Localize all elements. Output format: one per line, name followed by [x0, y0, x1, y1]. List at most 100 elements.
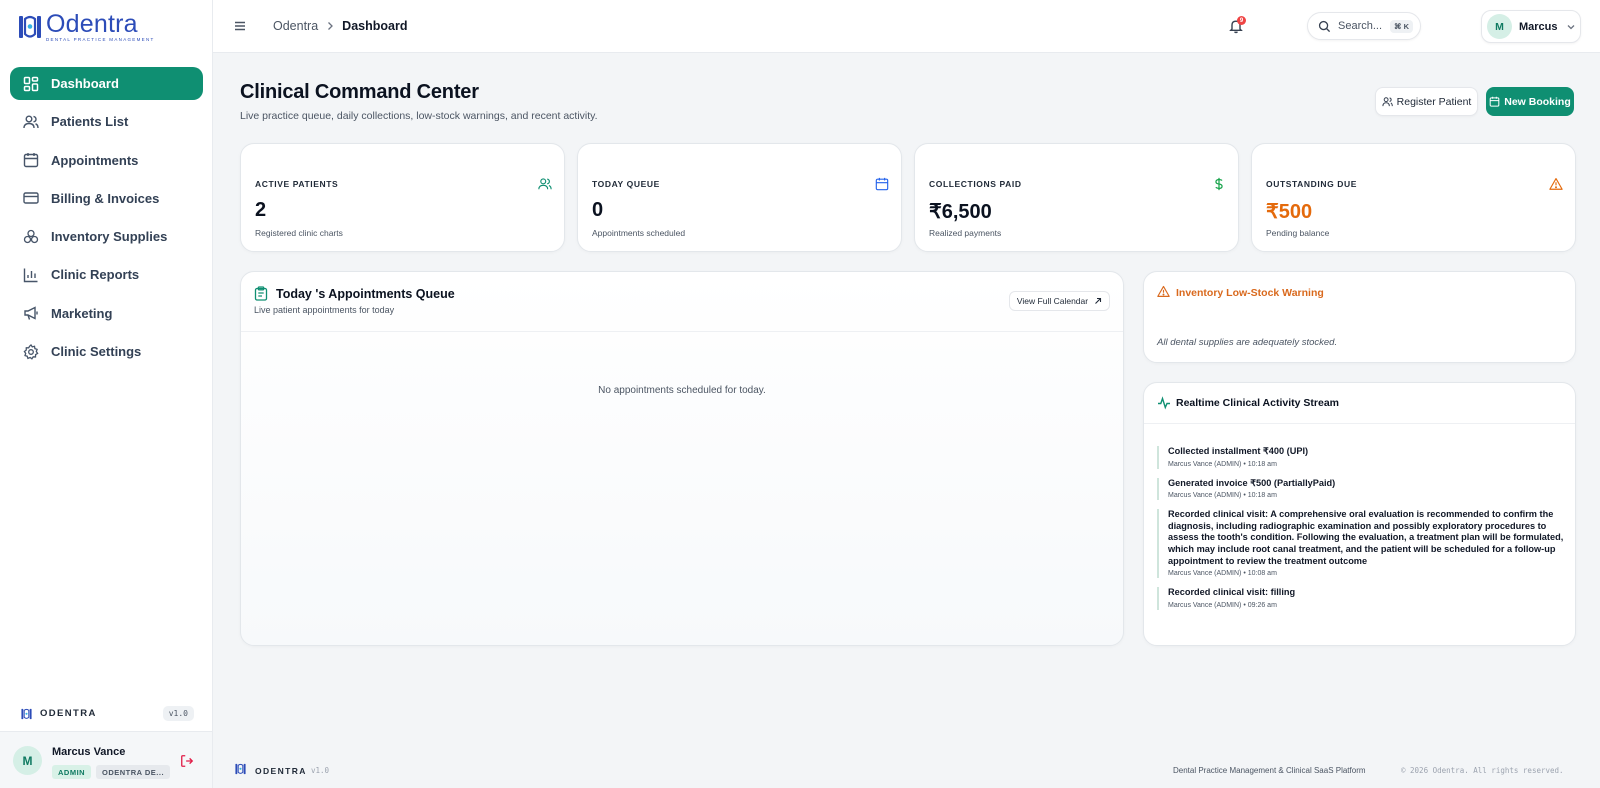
logout-icon[interactable]: [180, 754, 194, 768]
sidebar-item-reports[interactable]: Clinic Reports: [10, 258, 203, 291]
stat-label: OUTSTANDING DUE: [1266, 179, 1358, 189]
chevron-right-icon: [328, 22, 334, 30]
search-button[interactable]: Search... ⌘ K: [1307, 12, 1421, 40]
stat-hint: Realized payments: [929, 228, 1002, 238]
user-name: Marcus Vance: [52, 746, 126, 758]
stat-value: ₹500: [1266, 201, 1313, 223]
activity-item: Collected installment ₹400 (UPI) Marcus …: [1157, 446, 1565, 469]
sidebar-item-billing[interactable]: Billing & Invoices: [10, 182, 203, 215]
stat-value: 0: [592, 199, 604, 221]
sidebar-item-patients[interactable]: Patients List: [10, 105, 203, 138]
warning-icon: [1549, 178, 1563, 190]
megaphone-icon: [24, 306, 38, 321]
activity-stream-panel: Realtime Clinical Activity Stream Collec…: [1143, 382, 1576, 646]
appointments-queue-panel: Today 's Appointments Queue Live patient…: [240, 271, 1124, 646]
odentra-logo-icon: [21, 708, 32, 719]
sidebar-item-label: Clinic Settings: [51, 344, 142, 360]
dashboard-icon: [23, 76, 39, 91]
breadcrumb-current: Dashboard: [342, 19, 408, 33]
avatar[interactable]: M: [13, 746, 42, 775]
sidebar-item-label: Billing & Invoices: [51, 190, 160, 206]
queue-header: Today 's Appointments Queue Live patient…: [241, 272, 1123, 332]
sidebar-item-label: Patients List: [51, 114, 129, 130]
footer-version: v1.0: [311, 766, 330, 775]
sidebar-item-label: Dashboard: [51, 76, 119, 91]
sidebar-item-marketing[interactable]: Marketing: [10, 297, 203, 330]
chevron-down-icon: [1567, 24, 1574, 29]
footer-copyright: © 2026 Odentra. All rights reserved.: [1401, 766, 1564, 775]
external-arrow-icon: [1095, 297, 1102, 304]
sidebar-brand: ODENTRA v1.0: [21, 706, 194, 721]
menu-icon[interactable]: [233, 19, 247, 33]
sidebar-brand-name: ODENTRA: [40, 708, 97, 719]
users-icon: [23, 115, 39, 128]
user-menu-button[interactable]: M Marcus: [1481, 10, 1581, 43]
page-footer: ODENTRA v1.0 Dental Practice Management …: [213, 757, 1600, 788]
users-icon: [538, 178, 552, 190]
brand-tagline: DENTAL PRACTICE MANAGEMENT: [46, 37, 155, 42]
calendar-icon: [875, 177, 889, 191]
stat-card-active-patients[interactable]: ACTIVE PATIENTS 2 Registered clinic char…: [240, 143, 565, 252]
sidebar-item-label: Inventory Supplies: [51, 229, 168, 245]
sidebar-item-dashboard[interactable]: Dashboard: [10, 67, 203, 100]
sidebar-item-appointments[interactable]: Appointments: [10, 144, 203, 177]
activity-text: Recorded clinical visit: A comprehensive…: [1168, 509, 1564, 566]
sidebar-user-card: M Marcus Vance ADMIN ODENTRA DE...: [0, 731, 212, 788]
view-full-calendar-label: View Full Calendar: [1016, 296, 1089, 306]
inventory-warning-title: Inventory Low-Stock Warning: [1176, 287, 1324, 299]
sidebar-item-settings[interactable]: Clinic Settings: [10, 335, 203, 368]
footer-brand: ODENTRA: [255, 766, 307, 776]
inventory-warning-panel: Inventory Low-Stock Warning All dental s…: [1143, 271, 1576, 363]
sidebar-nav: Dashboard Patients List Appointments Bil…: [10, 67, 203, 373]
stat-card-collections-paid[interactable]: COLLECTIONS PAID ₹6,500 Realized payment…: [914, 143, 1239, 252]
activity-list: Collected installment ₹400 (UPI) Marcus …: [1157, 446, 1565, 619]
search-shortcut: ⌘ K: [1390, 19, 1414, 33]
stat-card-outstanding-due[interactable]: OUTSTANDING DUE ₹500 Pending balance: [1251, 143, 1576, 252]
search-placeholder: Search...: [1338, 20, 1383, 32]
warning-icon: [1157, 285, 1170, 297]
register-patient-button[interactable]: Register Patient: [1375, 87, 1478, 116]
activity-item: Recorded clinical visit: A comprehensive…: [1157, 509, 1565, 579]
brand-name: Odentra: [46, 10, 138, 38]
search-icon: [1318, 20, 1331, 32]
role-badge: ADMIN: [52, 765, 92, 779]
notification-badge: 9: [1237, 16, 1246, 25]
activity-text: Generated invoice ₹500 (PartiallyPaid): [1168, 477, 1336, 488]
activity-item: Generated invoice ₹500 (PartiallyPaid) M…: [1157, 477, 1565, 501]
breadcrumb-root[interactable]: Odentra: [273, 19, 318, 33]
inventory-status-message: All dental supplies are adequately stock…: [1157, 337, 1338, 348]
activity-title: Realtime Clinical Activity Stream: [1176, 397, 1340, 409]
stat-card-today-queue[interactable]: TODAY QUEUE 0 Appointments scheduled: [577, 143, 902, 252]
sidebar-item-label: Clinic Reports: [51, 267, 140, 283]
stat-value: 2: [255, 199, 267, 221]
page-title: Clinical Command Center: [240, 81, 479, 103]
stat-label: COLLECTIONS PAID: [929, 179, 1022, 189]
stat-value: ₹6,500: [929, 201, 992, 223]
activity-header: Realtime Clinical Activity Stream: [1144, 383, 1575, 424]
dollar-icon: [1215, 177, 1223, 191]
sidebar: Odentra DENTAL PRACTICE MANAGEMENT Dashb…: [0, 0, 213, 788]
activity-meta: Marcus Vance (ADMIN) • 10:18 am: [1168, 492, 1277, 500]
stat-hint: Pending balance: [1266, 228, 1330, 238]
top-header: Odentra Dashboard Search... ⌘ K 9 M Marc…: [213, 0, 1600, 53]
activity-pulse-icon: [1158, 396, 1170, 410]
register-patient-label: Register Patient: [1396, 95, 1472, 108]
org-badge: ODENTRA DE...: [96, 765, 171, 779]
new-booking-button[interactable]: New Booking: [1486, 87, 1574, 116]
clipboard-icon: [254, 286, 268, 301]
bar-chart-icon: [23, 268, 38, 283]
sidebar-item-label: Marketing: [51, 305, 113, 321]
add-user-icon: [1382, 97, 1393, 107]
view-full-calendar-button[interactable]: View Full Calendar: [1009, 291, 1110, 311]
queue-subtitle: Live patient appointments for today: [254, 305, 395, 315]
activity-text: Collected installment ₹400 (UPI): [1168, 446, 1309, 456]
queue-empty-message: No appointments scheduled for today.: [598, 385, 766, 396]
new-booking-label: New Booking: [1504, 95, 1571, 108]
avatar: M: [1487, 14, 1512, 39]
sidebar-item-inventory[interactable]: Inventory Supplies: [10, 220, 203, 253]
stat-hint: Registered clinic charts: [255, 228, 343, 238]
user-menu-name: Marcus: [1519, 20, 1558, 33]
queue-title: Today 's Appointments Queue: [276, 287, 455, 301]
activity-item: Recorded clinical visit: filling Marcus …: [1157, 587, 1565, 610]
brand-logo[interactable]: Odentra DENTAL PRACTICE MANAGEMENT: [19, 12, 155, 42]
